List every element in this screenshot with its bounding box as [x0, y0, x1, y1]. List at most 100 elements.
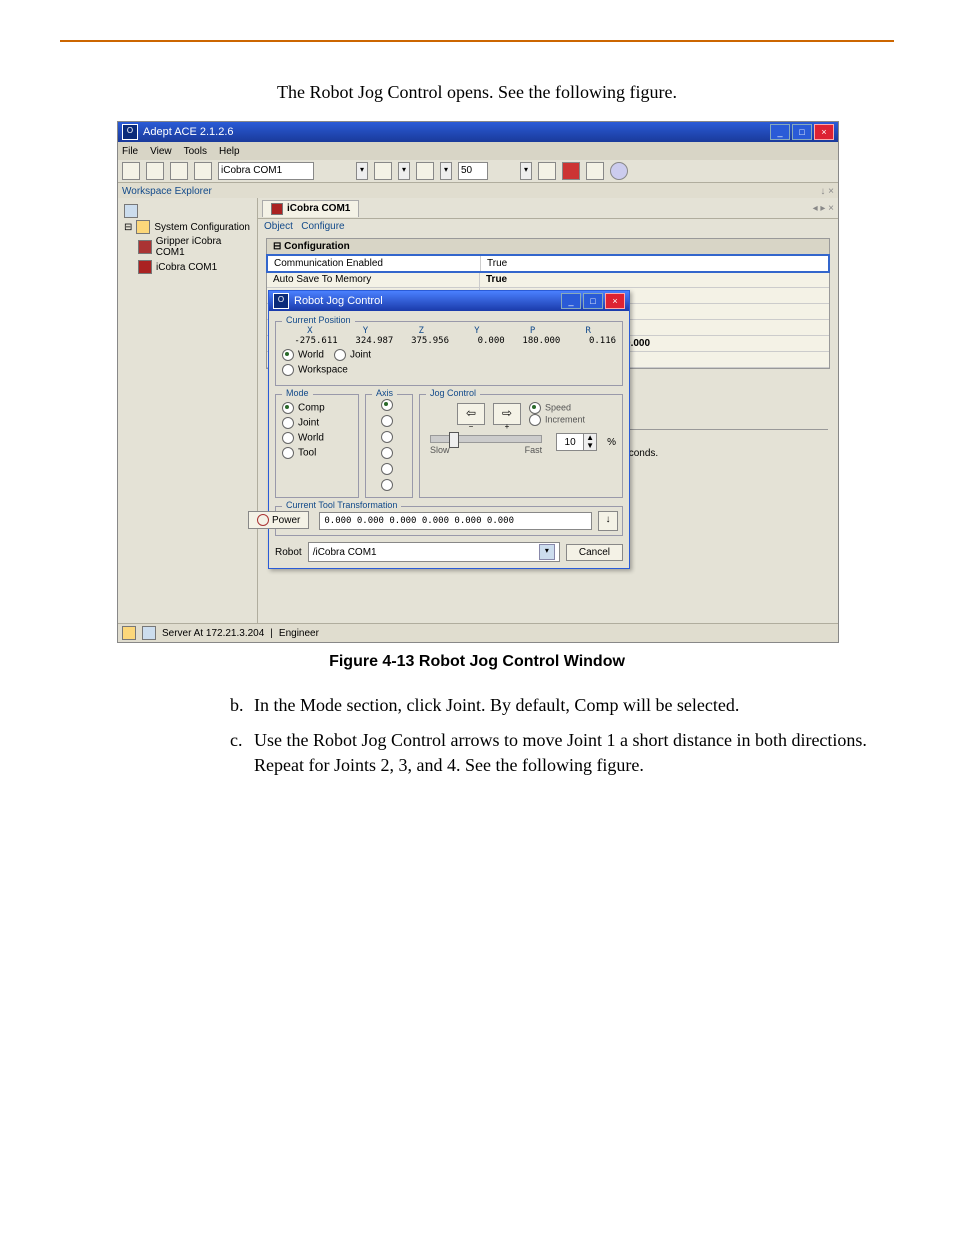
power-icon[interactable]: [416, 162, 434, 180]
status-bar: Server At 172.21.3.204 | Engineer: [118, 623, 838, 642]
robot-label: Robot: [275, 547, 302, 558]
save-icon[interactable]: [122, 162, 140, 180]
figure-caption: Figure 4-13 Robot Jog Control Window: [60, 653, 894, 671]
mode-tool-radio[interactable]: Tool: [282, 447, 316, 459]
menu-help[interactable]: Help: [219, 146, 240, 157]
status-server: Server At 172.21.3.204: [162, 628, 264, 639]
chevron-down-icon: ▾: [539, 544, 555, 560]
figure-screenshot: O Adept ACE 2.1.2.6 _ □ × File View Tool…: [117, 121, 837, 643]
app-title: Adept ACE 2.1.2.6: [143, 126, 234, 138]
app-titlebar: O Adept ACE 2.1.2.6 _ □ ×: [118, 122, 838, 142]
config-submenu: Object Configure: [258, 219, 838, 234]
jog-app-icon: O: [273, 293, 289, 309]
current-position-group: Current Position X-275.611 Y324.987 Z375…: [275, 321, 623, 386]
jog-window: O Robot Jog Control _ □ × Current Positi…: [268, 290, 630, 569]
frame-joint-radio[interactable]: Joint: [334, 349, 371, 361]
jog-titlebar: O Robot Jog Control _ □ ×: [269, 291, 629, 311]
tree-root[interactable]: ⊟ System Configuration: [124, 220, 251, 234]
mode-comp-radio[interactable]: Comp: [282, 402, 325, 414]
stopwatch-icon[interactable]: [170, 162, 188, 180]
window-maximize-button[interactable]: □: [792, 124, 812, 140]
axis-2-radio[interactable]: [381, 415, 393, 427]
menubar: File View Tools Help: [118, 142, 838, 160]
jog-max-button[interactable]: □: [583, 293, 603, 309]
jog-icon[interactable]: [374, 162, 392, 180]
axis-5-radio[interactable]: [381, 463, 393, 475]
cancel-button[interactable]: Cancel: [566, 544, 623, 561]
step-list: b. In the Mode section, click Joint. By …: [230, 693, 894, 779]
jog-title: Robot Jog Control: [294, 295, 383, 307]
tab-pin-icons[interactable]: ◂ ▸ ×: [813, 203, 834, 214]
task-icon[interactable]: [146, 162, 164, 180]
tree-toolbar-icon[interactable]: [124, 204, 251, 218]
explorer-pin-icons[interactable]: ↓ ×: [820, 186, 834, 197]
jog-min-button[interactable]: _: [561, 293, 581, 309]
menu-file[interactable]: File: [122, 146, 138, 157]
frame-workspace-radio[interactable]: Workspace: [282, 364, 348, 376]
robot-icon[interactable]: [194, 162, 212, 180]
power-icon: [257, 514, 269, 526]
jog-close-button[interactable]: ×: [605, 293, 625, 309]
toolbar-dd4[interactable]: ▾: [520, 162, 532, 180]
axis-6-radio[interactable]: [381, 479, 393, 491]
tree-robot[interactable]: iCobra COM1: [138, 260, 251, 274]
step-b: b. In the Mode section, click Joint. By …: [230, 693, 894, 718]
toolbar-dd1[interactable]: ▾: [356, 162, 368, 180]
mode-joint-radio[interactable]: Joint: [282, 417, 319, 429]
grid-row-comm-enabled[interactable]: Communication Enabled True: [267, 255, 829, 272]
tree-gripper[interactable]: Gripper iCobra COM1: [138, 236, 251, 258]
app-icon: O: [122, 124, 138, 140]
cfg-configure[interactable]: Configure: [301, 221, 344, 232]
jog-control-group: Jog Control ⇦− ⇨+ Speed Increment: [419, 394, 623, 498]
tool-transform-apply-button[interactable]: ↓: [598, 511, 618, 531]
help-icon[interactable]: [610, 162, 628, 180]
estop-icon[interactable]: [562, 162, 580, 180]
axis-1-radio[interactable]: [381, 399, 393, 411]
coords-headers: X-275.611 Y324.987 Z375.956 Y0.000 P180.…: [282, 326, 616, 346]
toolbar-dd3[interactable]: ▾: [440, 162, 452, 180]
cfg-object[interactable]: Object: [264, 221, 293, 232]
teach-icon[interactable]: [586, 162, 604, 180]
grid-header: ⊟ Configuration: [267, 239, 829, 255]
status-conn-icon: [122, 626, 136, 640]
top-rule: [60, 40, 894, 42]
main-area: iCobra COM1 ◂ ▸ × Object Configure ⊟ Con…: [258, 198, 838, 624]
explorer-tree: ⊟ System Configuration Gripper iCobra CO…: [118, 198, 258, 624]
explorer-title: Workspace Explorer: [122, 186, 212, 197]
speed-slider[interactable]: [430, 435, 542, 443]
io-icon[interactable]: [538, 162, 556, 180]
app-window: O Adept ACE 2.1.2.6 _ □ × File View Tool…: [117, 121, 839, 643]
tool-transform-field[interactable]: 0.000 0.000 0.000 0.000 0.000 0.000: [319, 512, 592, 530]
speed-field[interactable]: 50: [458, 162, 488, 180]
window-minimize-button[interactable]: _: [770, 124, 790, 140]
axis-group: Axis: [365, 394, 413, 498]
menu-tools[interactable]: Tools: [184, 146, 207, 157]
robot-row: Robot /iCobra COM1 ▾ Cancel: [275, 542, 623, 562]
speed-radio[interactable]: [529, 402, 541, 414]
toolbar-dd2[interactable]: ▾: [398, 162, 410, 180]
frame-world-radio[interactable]: World: [282, 349, 324, 361]
increment-radio[interactable]: [529, 414, 541, 426]
intro-text: The Robot Jog Control opens. See the fol…: [60, 82, 894, 103]
mode-world-radio[interactable]: World: [282, 432, 324, 444]
tool-transform-group: Current Tool Transformation Power 0.000 …: [275, 506, 623, 536]
axis-3-radio[interactable]: [381, 431, 393, 443]
mode-group: Mode Comp Joint World Tool: [275, 394, 359, 498]
axis-4-radio[interactable]: [381, 447, 393, 459]
toolbar: iCobra COM1 ▾ ▾ ▾ 50 ▾: [118, 160, 838, 183]
window-close-button[interactable]: ×: [814, 124, 834, 140]
grid-row-autosave[interactable]: Auto Save To Memory True: [267, 272, 829, 288]
power-button[interactable]: Power: [248, 511, 309, 529]
step-c: c. Use the Robot Jog Control arrows to m…: [230, 728, 894, 778]
jog-plus-button[interactable]: ⇨+: [493, 403, 521, 425]
document-tabs: iCobra COM1 ◂ ▸ ×: [258, 198, 838, 219]
robot-select[interactable]: /iCobra COM1 ▾: [308, 542, 560, 562]
menu-view[interactable]: View: [150, 146, 172, 157]
robot-selector[interactable]: iCobra COM1: [218, 162, 314, 180]
speed-spinner[interactable]: 10 ▲▼: [556, 433, 597, 451]
tab-robot-icon: [271, 203, 283, 215]
jog-minus-button[interactable]: ⇦−: [457, 403, 485, 425]
status-role: Engineer: [279, 628, 319, 639]
tab-icobra[interactable]: iCobra COM1: [262, 200, 359, 217]
status-info-icon: [142, 626, 156, 640]
